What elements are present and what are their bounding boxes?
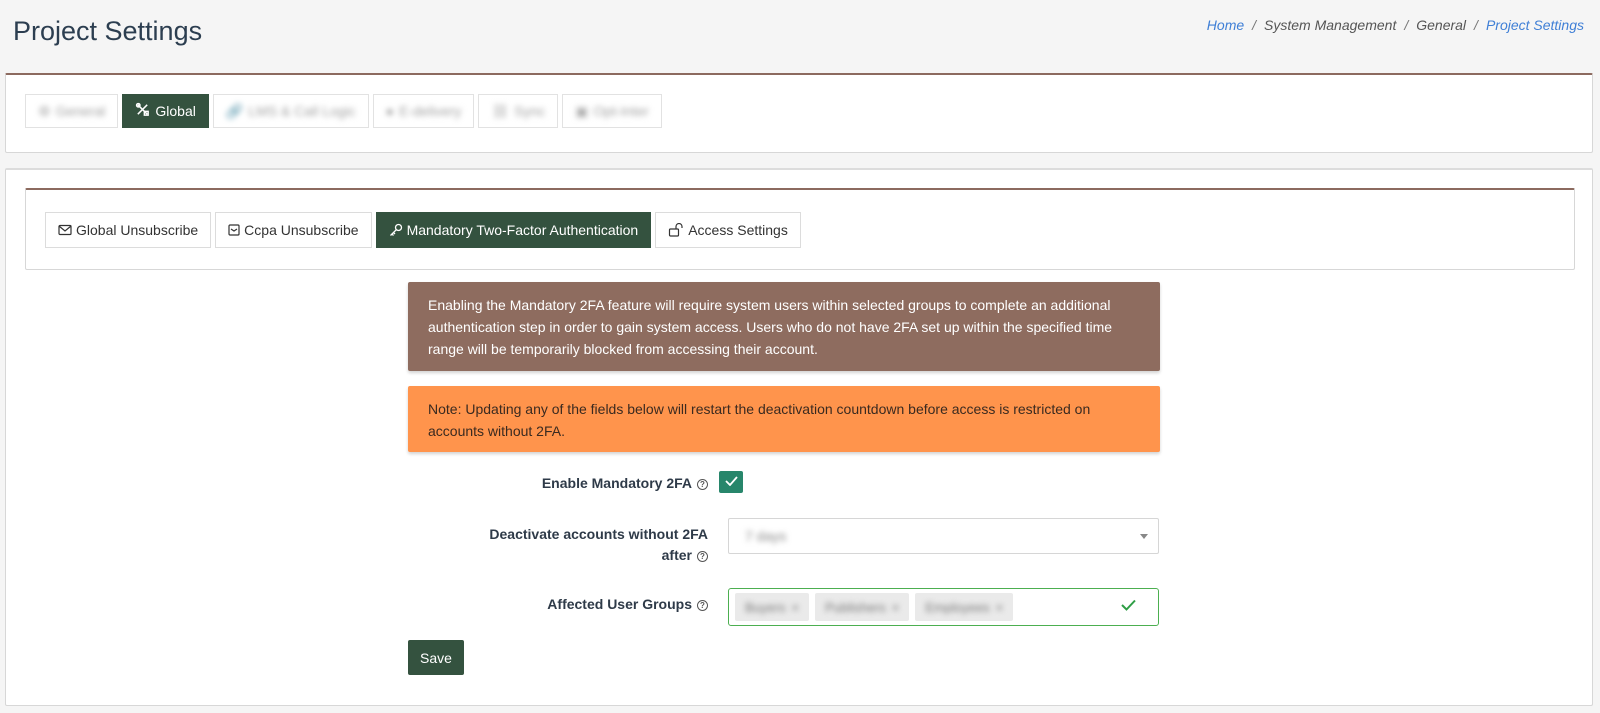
close-icon[interactable]: × xyxy=(791,600,799,615)
label-text: Enable Mandatory 2FA xyxy=(541,475,692,491)
tag-label: Buyers xyxy=(745,599,786,615)
tab-global[interactable]: Global xyxy=(122,94,209,128)
tab-e-delivery[interactable]: ● E-delivery xyxy=(372,94,475,128)
gear-icon: ⚙ xyxy=(38,102,51,119)
tab-label: Opt-Inter xyxy=(593,103,649,119)
chevron-down-icon xyxy=(1140,534,1148,539)
page-title: Project Settings xyxy=(13,16,203,46)
sub-tab-bar: Global Unsubscribe Ccpa Unsubscribe Mand… xyxy=(45,212,801,248)
tab-label: Global xyxy=(155,103,196,119)
breadcrumb-home-link[interactable]: Home xyxy=(1207,17,1244,33)
breadcrumb: Home / System Management / General / Pro… xyxy=(1207,17,1584,33)
mail-box-icon xyxy=(228,224,240,236)
group-tag[interactable]: Buyers × xyxy=(735,593,810,621)
breadcrumb-separator: / xyxy=(1474,17,1478,33)
label-text-after-row: after? xyxy=(408,545,708,566)
key-icon xyxy=(389,223,403,237)
tab-label: General xyxy=(55,103,106,119)
tab-general[interactable]: ⚙ General xyxy=(25,94,119,128)
select-value: 7 days xyxy=(745,528,787,544)
tab-label: Ccpa Unsubscribe xyxy=(244,222,359,238)
tools-icon xyxy=(135,102,150,120)
top-tabs-card: ⚙ General Global 🔗 LMS & Call Logic ● E-… xyxy=(5,73,1593,153)
tab-global-unsubscribe[interactable]: Global Unsubscribe xyxy=(45,212,212,248)
warning-alert: Note: Updating any of the fields below w… xyxy=(408,386,1160,452)
label-text: Deactivate accounts without 2FA xyxy=(489,526,708,542)
globe-icon: ● xyxy=(385,103,395,119)
close-icon[interactable]: × xyxy=(996,600,1004,615)
tag-label: Employees xyxy=(925,599,990,615)
breadcrumb-separator: / xyxy=(1252,17,1257,33)
link-icon: 🔗 xyxy=(225,102,244,119)
help-icon[interactable]: ? xyxy=(697,478,708,490)
unlock-icon xyxy=(668,223,684,237)
deactivate-after-select[interactable]: 7 days xyxy=(728,518,1159,554)
tab-lms-call-logic[interactable]: 🔗 LMS & Call Logic xyxy=(212,94,369,128)
breadcrumb-system-management: System Management xyxy=(1264,17,1397,33)
breadcrumb-general: General xyxy=(1416,17,1467,33)
breadcrumb-project-settings-link[interactable]: Project Settings xyxy=(1486,17,1584,33)
link-icon: ⛓ xyxy=(491,102,510,119)
tag-label: Publishers xyxy=(825,599,886,615)
label-text: after xyxy=(661,547,692,563)
calendar-icon: ▣ xyxy=(575,102,589,119)
group-tag[interactable]: Employees × xyxy=(915,593,1014,621)
breadcrumb-separator: / xyxy=(1404,17,1409,33)
tab-label: Mandatory Two-Factor Authentication xyxy=(406,222,639,238)
tab-label: Global Unsubscribe xyxy=(76,222,199,238)
checkmark-icon xyxy=(724,473,738,491)
user-groups-multiselect[interactable]: Buyers × Publishers × Employees × xyxy=(728,588,1159,626)
tab-label: Sync xyxy=(514,103,546,119)
close-icon[interactable]: × xyxy=(892,600,900,615)
tab-label: E-delivery xyxy=(399,103,462,119)
group-tag[interactable]: Publishers × xyxy=(815,593,910,621)
top-tab-bar: ⚙ General Global 🔗 LMS & Call Logic ● E-… xyxy=(25,94,662,128)
save-button[interactable]: Save xyxy=(408,640,464,675)
label-text: Affected User Groups xyxy=(547,596,692,612)
help-icon[interactable]: ? xyxy=(697,599,708,611)
deactivate-label: Deactivate accounts without 2FA after? xyxy=(408,524,708,566)
tab-access-settings[interactable]: Access Settings xyxy=(655,212,801,248)
main-card: Global Unsubscribe Ccpa Unsubscribe Mand… xyxy=(5,168,1593,706)
valid-check-icon xyxy=(1121,598,1136,616)
enable-2fa-label: Enable Mandatory 2FA? xyxy=(408,475,708,491)
tab-mandatory-2fa[interactable]: Mandatory Two-Factor Authentication xyxy=(375,212,652,248)
info-alert: Enabling the Mandatory 2FA feature will … xyxy=(408,282,1160,371)
tab-ccpa-unsubscribe[interactable]: Ccpa Unsubscribe xyxy=(215,212,372,248)
enable-2fa-checkbox[interactable] xyxy=(719,471,743,493)
envelope-icon xyxy=(58,224,72,236)
tab-sync[interactable]: ⛓ Sync xyxy=(478,94,559,128)
tab-opt-inter[interactable]: ▣ Opt-Inter xyxy=(562,94,662,128)
groups-label: Affected User Groups? xyxy=(408,596,708,612)
tab-label: LMS & Call Logic xyxy=(248,103,356,119)
sub-tabs-card: Global Unsubscribe Ccpa Unsubscribe Mand… xyxy=(25,188,1575,270)
help-icon[interactable]: ? xyxy=(697,550,708,562)
tab-label: Access Settings xyxy=(688,222,788,238)
